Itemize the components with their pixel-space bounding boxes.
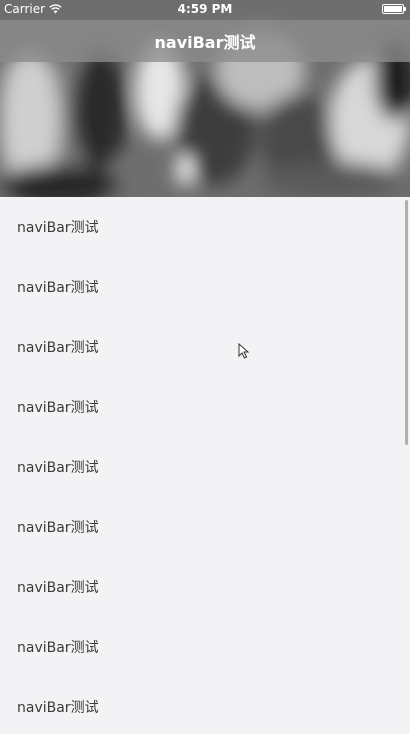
nav-title: naviBar测试 [154,33,256,52]
scroll-indicator[interactable] [405,200,408,445]
table-row[interactable]: naviBar测试 [0,317,410,377]
table-row[interactable]: naviBar测试 [0,437,410,497]
table-view[interactable]: naviBar测试 naviBar测试 naviBar测试 naviBar测试 navi… [0,197,410,734]
table-row-label: naviBar测试 [17,340,99,356]
table-row[interactable]: naviBar测试 [0,257,410,317]
table-row[interactable]: naviBar测试 [0,617,410,677]
battery-fill [384,6,402,12]
app-screen: Carrier 4:59 PM naviBar测试 naviBar测试 naviB… [0,0,410,734]
table-row[interactable]: naviBar测试 [0,377,410,437]
table-row[interactable]: naviBar测试 [0,677,410,734]
table-row[interactable]: naviBar测试 [0,497,410,557]
status-bar: Carrier 4:59 PM [0,0,410,20]
table-row-label: naviBar测试 [17,520,99,536]
table-row-label: naviBar测试 [17,700,99,716]
table-row-label: naviBar测试 [17,580,99,596]
table-row-label: naviBar测试 [17,220,99,236]
table-row-label: naviBar测试 [17,460,99,476]
table-row[interactable]: naviBar测试 [0,557,410,617]
table-row[interactable]: naviBar测试 [0,197,410,257]
battery-icon [382,4,406,14]
pointer-cursor-icon [238,343,250,359]
table-row-label: naviBar测试 [17,640,99,656]
status-time: 4:59 PM [177,2,233,16]
table-row-label: naviBar测试 [17,280,99,296]
navigation-bar: naviBar测试 [0,20,410,62]
table-row-label: naviBar测试 [17,400,99,416]
